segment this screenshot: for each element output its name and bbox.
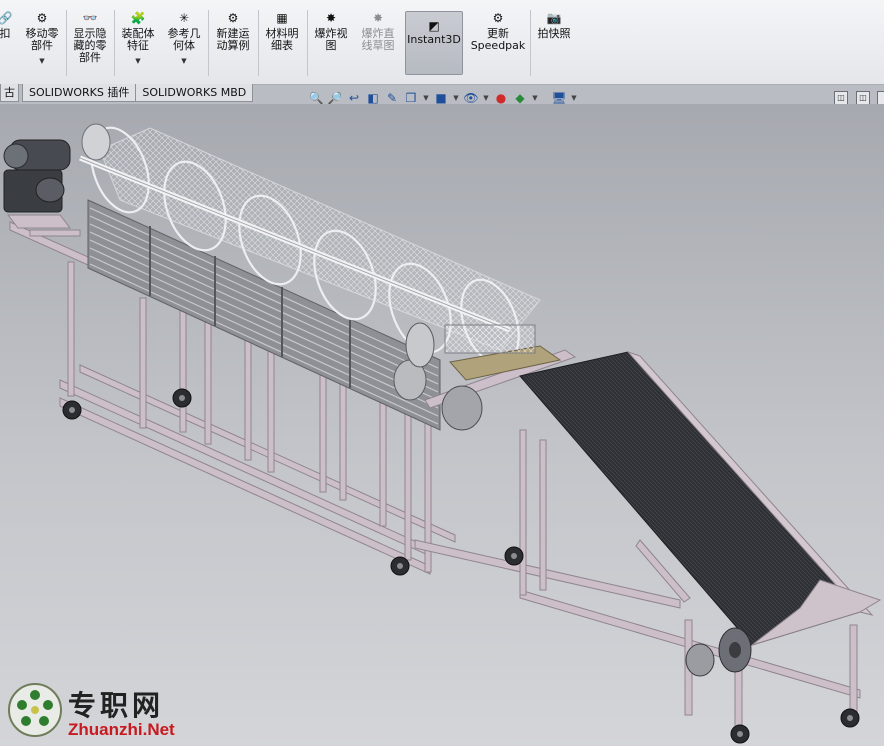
take-snapshot-button[interactable]: 📷 拍快照: [532, 10, 576, 40]
explode-line-sketch-icon: ✸: [372, 11, 384, 25]
exploded-view-button[interactable]: ✸ 爆炸视 图: [309, 10, 353, 52]
bom-icon: ▦: [276, 11, 288, 25]
watermark-english: Zhuanzhi.Net: [68, 720, 175, 739]
show-hidden-icon: 👓: [82, 11, 98, 25]
graphics-area[interactable]: [0, 104, 884, 746]
chevron-down-icon[interactable]: ▼: [422, 94, 430, 102]
tab-evaluate[interactable]: 古: [0, 84, 19, 102]
reference-geometry-button[interactable]: ✳ 参考几 何体 ▼: [162, 10, 206, 67]
tile-icon[interactable]: ◫: [856, 91, 870, 105]
chevron-down-icon[interactable]: ▼: [135, 55, 140, 67]
drive-motor: [3, 123, 111, 213]
tab-solidworks-mbd[interactable]: SOLIDWORKS MBD: [135, 84, 254, 102]
show-hidden-components-button[interactable]: 👓 显示隐 藏的零 部件: [68, 10, 112, 64]
speedpak-icon: ⚙: [492, 11, 504, 25]
mate-icon: 🔗: [0, 11, 13, 25]
command-manager-tabs: 古 SOLIDWORKS 插件 SOLIDWORKS MBD: [0, 84, 254, 103]
chevron-down-icon[interactable]: ▼: [482, 94, 490, 102]
chevron-down-icon[interactable]: ▼: [452, 94, 460, 102]
motion-study-icon: ⚙: [227, 11, 239, 25]
new-motion-study-button[interactable]: ⚙ 新建运 动算例: [210, 10, 256, 52]
watermark-logo-icon: [8, 683, 62, 737]
chevron-down-icon[interactable]: ▼: [39, 55, 44, 67]
restore-icon[interactable]: ◫: [834, 91, 848, 105]
watermark-chinese: 专职网: [68, 689, 165, 722]
move-component-icon: ⚙: [36, 11, 48, 25]
maximize-icon[interactable]: [877, 91, 884, 105]
chevron-down-icon[interactable]: ▼: [531, 94, 539, 102]
update-speedpak-button[interactable]: ⚙ 更新 Speedpak: [468, 10, 528, 52]
bill-of-materials-button[interactable]: ▦ 材料明 细表: [260, 10, 304, 52]
assembly-features-button[interactable]: 🧩 装配体 特征 ▼: [116, 10, 160, 67]
exploded-view-icon: ✸: [325, 11, 337, 25]
command-manager: 🔗 扣 ⚙ 移动零 部件 ▼ 👓 显示隐 藏的零 部件 🧩 装配体 特征 ▼ ✳…: [0, 0, 884, 85]
watermark: 专职网 Zhuanzhi.Net: [6, 681, 175, 739]
instant3d-icon: ◩: [428, 19, 440, 33]
snapshot-icon: 📷: [546, 11, 562, 25]
tab-solidworks-addins[interactable]: SOLIDWORKS 插件: [22, 84, 137, 102]
mate-button[interactable]: 🔗 扣: [0, 10, 16, 40]
assembly-model: [3, 123, 882, 744]
explode-line-sketch-button[interactable]: ✸ 爆炸直 线草图: [355, 10, 401, 52]
move-component-button[interactable]: ⚙ 移动零 部件 ▼: [20, 10, 64, 67]
instant3d-button[interactable]: ◩ Instant3D: [405, 11, 463, 75]
chevron-down-icon[interactable]: ▼: [181, 55, 186, 67]
chevron-down-icon[interactable]: ▼: [570, 94, 578, 102]
reference-geometry-icon: ✳: [178, 11, 190, 25]
assembly-feature-icon: 🧩: [130, 11, 146, 25]
